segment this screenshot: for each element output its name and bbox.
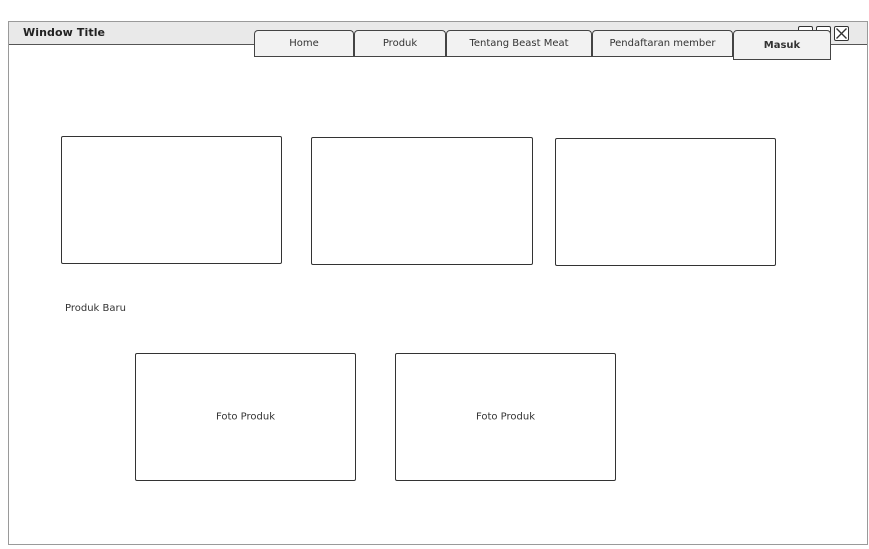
- tab-masuk[interactable]: Masuk: [733, 30, 831, 60]
- tabs-divider: [254, 56, 733, 57]
- tab-produk[interactable]: Produk: [354, 30, 446, 56]
- banner-box-3[interactable]: [555, 138, 776, 266]
- close-button[interactable]: [834, 26, 849, 41]
- product-photo-label: Foto Produk: [215, 411, 276, 423]
- new-products-heading: Produk Baru: [65, 303, 126, 314]
- banner-box-1[interactable]: [61, 136, 282, 264]
- tab-pendaftaran-member[interactable]: Pendaftaran member: [592, 30, 733, 56]
- tab-home[interactable]: Home: [254, 30, 354, 56]
- tab-tentang-beast-meat[interactable]: Tentang Beast Meat: [446, 30, 592, 56]
- close-icon: [836, 28, 847, 39]
- product-card-2[interactable]: Foto Produk: [395, 353, 616, 481]
- banner-box-2[interactable]: [311, 137, 533, 265]
- product-card-1[interactable]: Foto Produk: [135, 353, 356, 481]
- window-title: Window Title: [23, 26, 106, 39]
- product-photo-label: Foto Produk: [475, 411, 536, 423]
